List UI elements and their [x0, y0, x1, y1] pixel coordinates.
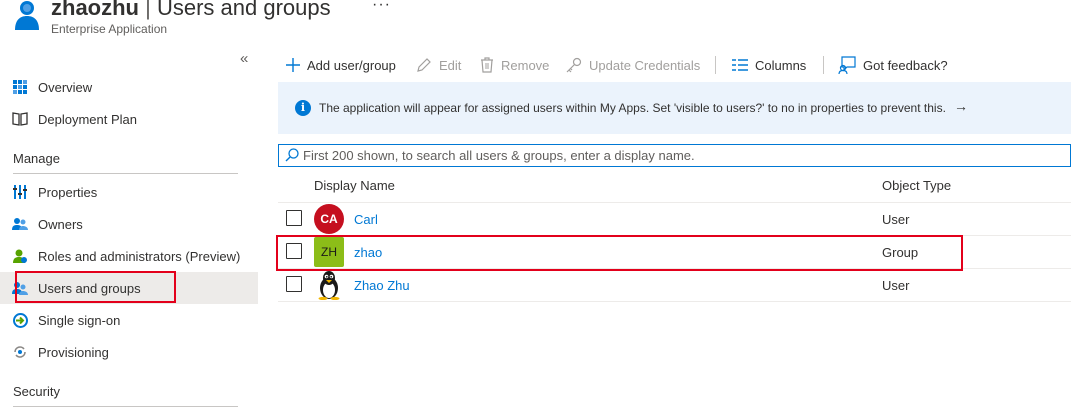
- grid-icon: [12, 79, 28, 95]
- trash-icon: [481, 57, 493, 73]
- row-checkbox[interactable]: [286, 210, 302, 226]
- columns-label: Columns: [755, 57, 807, 73]
- sidebar-item-single-sign-on[interactable]: Single sign-on: [0, 304, 258, 336]
- sidebar-item-label: Owners: [38, 216, 83, 232]
- columns-icon: [732, 59, 748, 71]
- avatar: CA: [314, 204, 344, 234]
- display-name-link[interactable]: Zhao Zhu: [354, 278, 410, 293]
- sidebar-item-label: Provisioning: [38, 344, 109, 360]
- provisioning-icon: [12, 344, 28, 360]
- owners-icon: [12, 216, 28, 232]
- sidebar-item-label: Single sign-on: [38, 312, 121, 328]
- info-banner[interactable]: i The application will appear for assign…: [278, 82, 1071, 134]
- object-type: User: [882, 278, 910, 293]
- info-banner-text: The application will appear for assigned…: [319, 101, 946, 115]
- arrow-right-icon[interactable]: →: [954, 98, 968, 114]
- columns-button[interactable]: Columns: [732, 52, 806, 78]
- search-box: [278, 144, 1071, 167]
- sidebar-item-label: Deployment Plan: [38, 111, 137, 127]
- info-icon: i: [295, 100, 311, 116]
- object-type: User: [882, 212, 910, 227]
- penguin-icon: [318, 271, 340, 300]
- sidebar-item-label: Overview: [38, 79, 93, 95]
- feedback-button[interactable]: Got feedback?: [838, 52, 948, 78]
- divider: [278, 301, 1071, 302]
- toolbar-divider: [823, 56, 824, 74]
- table-row[interactable]: CA Carl User: [278, 203, 1071, 236]
- remove-label: Remove: [501, 57, 550, 73]
- table-row[interactable]: Zhao Zhu User: [278, 269, 1071, 302]
- sidebar-item-overview[interactable]: Overview: [0, 71, 258, 103]
- search-input[interactable]: [303, 146, 1063, 165]
- toolbar-divider: [715, 56, 716, 74]
- properties-icon: [12, 184, 28, 200]
- add-user-group-button[interactable]: Add user/group: [286, 52, 396, 78]
- remove-button[interactable]: Remove: [480, 52, 549, 78]
- user-app-icon: [15, 1, 39, 30]
- sidebar: « Overview Deployment Plan Manage Proper…: [0, 48, 258, 409]
- pencil-icon: [417, 58, 431, 72]
- sidebar-item-owners[interactable]: Owners: [0, 208, 258, 240]
- feedback-icon: [838, 56, 856, 74]
- highlight-box: [15, 271, 176, 303]
- page-title: zhaozhu | Users and groups: [51, 0, 331, 20]
- display-name-link[interactable]: Carl: [354, 212, 378, 227]
- column-header-display-name[interactable]: Display Name: [314, 178, 395, 193]
- highlight-box: [276, 235, 963, 271]
- page-subtitle: Enterprise Application: [51, 22, 168, 36]
- more-options-button[interactable]: ···: [372, 0, 391, 14]
- search-icon: [285, 148, 299, 162]
- update-credentials-label: Update Credentials: [589, 57, 701, 73]
- command-bar: Add user/group Edit Remove Update Creden…: [278, 52, 1071, 78]
- page-header: zhaozhu | Users and groups ··· Enterpris…: [0, 0, 1071, 40]
- divider: [13, 173, 238, 174]
- edit-button[interactable]: Edit: [416, 52, 461, 78]
- key-icon: [566, 57, 582, 73]
- sidebar-item-provisioning[interactable]: Provisioning: [0, 336, 258, 368]
- section-heading-manage: Manage: [13, 151, 60, 166]
- sidebar-item-label: Roles and administrators (Preview): [38, 248, 241, 264]
- section-heading-security: Security: [13, 384, 60, 399]
- column-header-object-type[interactable]: Object Type: [882, 178, 951, 193]
- edit-label: Edit: [439, 57, 462, 73]
- collapse-sidebar-button[interactable]: «: [240, 50, 248, 67]
- sso-icon: [12, 312, 28, 328]
- sidebar-item-roles-and-administrators[interactable]: Roles and administrators (Preview): [0, 240, 258, 272]
- roles-icon: [12, 248, 28, 264]
- sidebar-item-properties[interactable]: Properties: [0, 176, 258, 208]
- sidebar-item-label: Properties: [38, 184, 98, 200]
- sidebar-item-deployment-plan[interactable]: Deployment Plan: [0, 103, 258, 135]
- plus-icon: [286, 58, 300, 72]
- row-checkbox[interactable]: [286, 276, 302, 292]
- feedback-label: Got feedback?: [863, 57, 948, 73]
- add-user-group-label: Add user/group: [307, 57, 396, 73]
- update-credentials-button[interactable]: Update Credentials: [565, 52, 700, 78]
- divider: [13, 406, 238, 407]
- book-icon: [12, 111, 28, 127]
- avatar: [314, 270, 344, 300]
